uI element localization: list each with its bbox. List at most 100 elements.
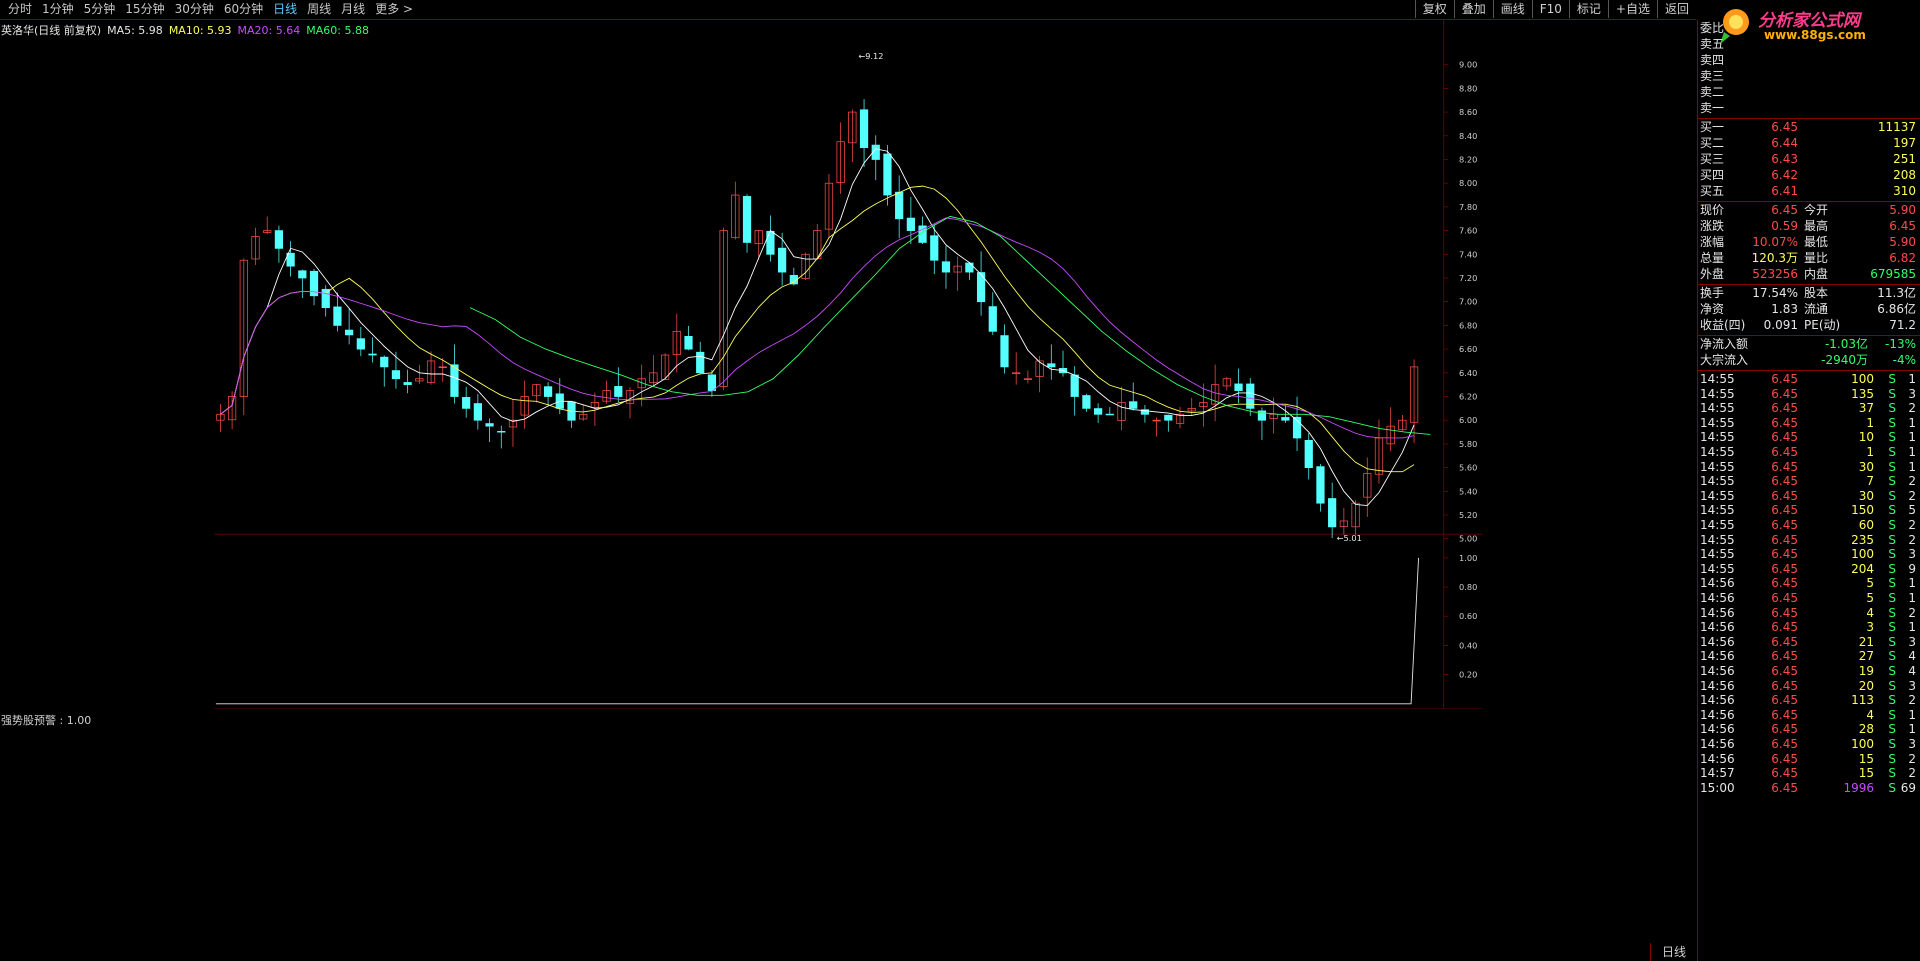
tick-time-1: 14:55 <box>1700 386 1735 401</box>
period-tab-9[interactable]: 更多 > <box>370 1 418 18</box>
tool-button-0[interactable]: 复权 <box>1414 0 1454 18</box>
tick-side-4: S <box>1888 430 1896 445</box>
tick-count-9: 5 <box>1908 503 1916 518</box>
tick-side-12: S <box>1888 547 1896 562</box>
fund-value-b-1: 6.86亿 <box>1877 302 1916 316</box>
tick-side-22: S <box>1888 693 1896 708</box>
sell-level-1: 卖四 <box>1698 53 1920 68</box>
tick-count-25: 3 <box>1908 737 1916 751</box>
tick-time-11: 14:55 <box>1700 532 1735 547</box>
trade-tick-27: 14:57 6.45 15 S 2 <box>1698 766 1920 781</box>
trade-tick-7: 14:55 6.45 7 S 2 <box>1698 474 1920 489</box>
tick-count-10: 2 <box>1908 518 1916 532</box>
trade-tick-13: 14:55 6.45 204 S 9 <box>1698 562 1920 577</box>
price-tick-label-12: 6.60 <box>1459 344 1477 354</box>
stat-label-b-3: 量比 <box>1804 251 1829 265</box>
tick-vol-13: 204 <box>1851 561 1874 576</box>
buy-level-label-4: 买五 <box>1700 184 1725 198</box>
ma20-label: MA20: 5.64 <box>237 24 301 37</box>
tick-count-4: 1 <box>1908 430 1916 445</box>
candle-body-24 <box>497 431 506 433</box>
tick-price-28: 6.45 <box>1771 780 1798 795</box>
tool-button-5[interactable]: +自选 <box>1607 0 1657 18</box>
tick-time-10: 14:55 <box>1700 518 1735 532</box>
indicator-series <box>215 557 1420 705</box>
tick-time-28: 15:00 <box>1700 780 1735 795</box>
period-tab-3[interactable]: 15分钟 <box>120 1 169 18</box>
tick-price-3: 6.45 <box>1771 415 1798 430</box>
tool-button-6[interactable]: 返回 <box>1656 0 1696 18</box>
tick-side-16: S <box>1888 605 1896 620</box>
tick-time-18: 14:56 <box>1700 634 1735 649</box>
stat-label-b-2: 最低 <box>1804 235 1829 249</box>
tick-price-2: 6.45 <box>1771 401 1798 416</box>
ind-tick-label-0: 1.00 <box>1459 553 1477 563</box>
tick-time-20: 14:56 <box>1700 664 1735 678</box>
period-tab-7[interactable]: 周线 <box>302 1 336 18</box>
candle-body-12 <box>356 338 365 350</box>
tick-count-21: 3 <box>1908 678 1916 693</box>
tick-time-5: 14:55 <box>1700 445 1735 459</box>
tick-vol-7: 7 <box>1866 474 1874 489</box>
fund-value-b-0: 11.3亿 <box>1877 286 1916 300</box>
tick-vol-16: 4 <box>1866 605 1874 620</box>
tick-vol-8: 30 <box>1858 488 1874 503</box>
trade-tick-21: 14:56 6.45 20 S 3 <box>1698 679 1920 694</box>
stat-label-a-4: 外盘 <box>1700 267 1725 281</box>
candle-body-73 <box>1070 374 1079 397</box>
candle-body-14 <box>380 356 389 368</box>
tick-count-26: 2 <box>1908 751 1916 766</box>
tool-button-3[interactable]: F10 <box>1531 0 1569 18</box>
tick-side-23: S <box>1888 707 1896 722</box>
period-tab-1[interactable]: 1分钟 <box>37 1 79 18</box>
period-tab-8[interactable]: 月线 <box>336 1 370 18</box>
tool-buttons: 复权 叠加 画线 F10 标记 +自选 返回 <box>1414 0 1696 18</box>
stat-label-a-3: 总量 <box>1700 251 1725 265</box>
price-tick-label-19: 5.20 <box>1459 510 1477 520</box>
stat-label-a-0: 现价 <box>1700 203 1725 217</box>
period-tab-5[interactable]: 60分钟 <box>219 1 268 18</box>
candle-body-69 <box>1023 378 1032 380</box>
tick-price-27: 6.45 <box>1771 766 1798 781</box>
period-tab-4[interactable]: 30分钟 <box>170 1 219 18</box>
tool-button-1[interactable]: 叠加 <box>1453 0 1493 18</box>
kline-chart[interactable]: 9.00 8.80 8.60 8.40 8.20 8.00 7.80 7.60 7.40 7.20… <box>0 20 1697 709</box>
tick-side-18: S <box>1888 634 1896 649</box>
trade-tick-16: 14:56 6.45 4 S 2 <box>1698 606 1920 621</box>
sell-level-label-4: 卖一 <box>1700 101 1725 115</box>
fund-label-b-0: 股本 <box>1804 286 1829 300</box>
sell-level-label-0: 卖五 <box>1700 37 1725 51</box>
candle-body-20 <box>450 364 459 397</box>
period-tab-0[interactable]: 分时 <box>3 1 37 18</box>
stat-row-1: 涨跌 0.59 最高 6.45 <box>1698 219 1920 234</box>
stat-value-a-2: 10.07% <box>1752 235 1798 249</box>
candle-body-16 <box>403 382 412 386</box>
tool-button-2[interactable]: 画线 <box>1492 0 1532 18</box>
candle-body-91 <box>1281 417 1290 421</box>
period-tab-daily[interactable]: 日线 <box>1650 943 1697 961</box>
buy-level-0: 买一 6.45 11137 <box>1698 120 1920 135</box>
tick-time-16: 14:56 <box>1700 605 1735 620</box>
tick-side-8: S <box>1888 488 1896 503</box>
trade-tick-11: 14:55 6.45 235 S 2 <box>1698 533 1920 548</box>
candle-body-55 <box>859 109 869 149</box>
tick-price-12: 6.45 <box>1771 547 1798 562</box>
tick-count-17: 1 <box>1908 620 1916 635</box>
period-tab-6[interactable]: 日线 <box>268 1 302 18</box>
tick-time-4: 14:55 <box>1700 430 1735 445</box>
tool-button-4[interactable]: 标记 <box>1568 0 1608 18</box>
tick-time-21: 14:56 <box>1700 678 1735 693</box>
tick-side-19: S <box>1888 649 1896 664</box>
tick-side-27: S <box>1888 766 1896 781</box>
tick-side-13: S <box>1888 561 1896 576</box>
sep-stats <box>1698 284 1920 285</box>
candle-body-66 <box>988 306 997 332</box>
tick-time-12: 14:55 <box>1700 547 1735 562</box>
tick-count-8: 2 <box>1908 488 1916 503</box>
buy-level-1: 买二 6.44 197 <box>1698 136 1920 151</box>
candle-body-58 <box>895 191 904 220</box>
period-tab-2[interactable]: 5分钟 <box>79 1 121 18</box>
flow-pct-0: -13% <box>1884 337 1916 351</box>
flow-label-0: 净流入额 <box>1700 337 1749 351</box>
trade-tick-20: 14:56 6.45 19 S 4 <box>1698 664 1920 679</box>
